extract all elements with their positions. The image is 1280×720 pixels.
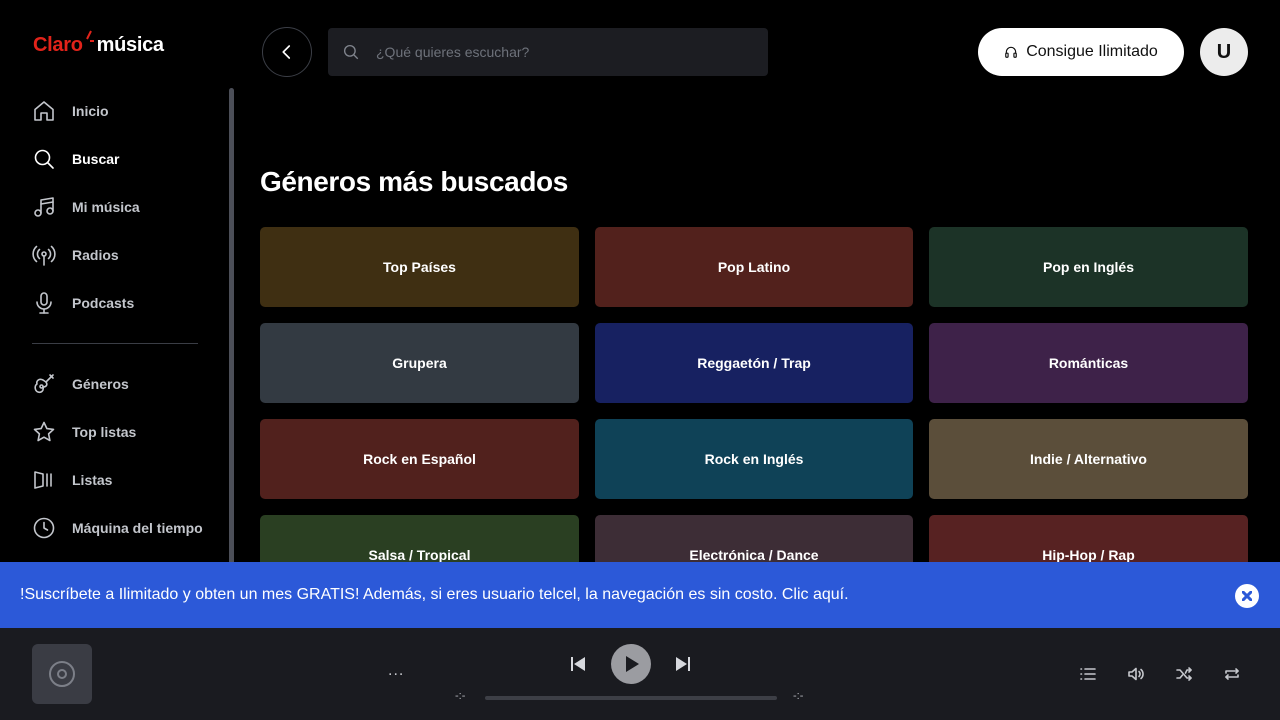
play-button[interactable] [611, 644, 651, 684]
sidebar-item-inicio[interactable]: Inicio [32, 87, 202, 135]
sidebar-item-buscar[interactable]: Buscar [32, 135, 202, 183]
sidebar-item-label: Listas [72, 472, 113, 488]
user-avatar[interactable]: U [1200, 28, 1248, 76]
sidebar-item-maquina-del-tiempo[interactable]: Máquina del tiempo [32, 504, 203, 552]
star-icon [32, 420, 56, 444]
cta-label: Consigue Ilimitado [1026, 43, 1158, 60]
repeat-button[interactable] [1223, 665, 1241, 683]
album-cover-placeholder [32, 644, 92, 704]
shuffle-button[interactable] [1175, 665, 1193, 683]
genre-tile-indie-alternativo[interactable]: Indie / Alternativo [929, 419, 1248, 499]
sidebar-item-label: Máquina del tiempo [72, 520, 203, 536]
sidebar-item-mi-musica[interactable]: Mi música [32, 183, 202, 231]
progress-bar[interactable] [485, 696, 777, 700]
headphones-icon [1005, 46, 1018, 58]
search-icon [32, 147, 56, 171]
genre-tile-rock-en-ingles[interactable]: Rock en Inglés [595, 419, 913, 499]
skip-next-icon [676, 657, 690, 671]
genre-tile-pop-latino[interactable]: Pop Latino [595, 227, 913, 307]
microphone-icon [32, 291, 56, 315]
track-more-options[interactable]: ... [388, 662, 404, 680]
genre-tile-top-paises[interactable]: Top Países [260, 227, 579, 307]
playlist-icon [32, 468, 56, 492]
sidebar-item-label: Inicio [72, 103, 109, 119]
sidebar-item-generos[interactable]: Géneros [32, 360, 202, 408]
time-elapsed: -:- [455, 690, 466, 702]
queue-list-icon [1080, 668, 1096, 680]
genre-tile-pop-en-ingles[interactable]: Pop en Inglés [929, 227, 1248, 307]
promo-banner-text[interactable]: !Suscríbete a Ilimitado y obten un mes G… [20, 586, 849, 604]
logo-mark-icon [85, 30, 95, 55]
home-icon [32, 99, 56, 123]
logo-text-musica: música [96, 34, 164, 56]
sidebar-item-top-listas[interactable]: Top listas [32, 408, 202, 456]
volume-icon [1128, 667, 1144, 681]
sidebar-item-radios[interactable]: Radios [32, 231, 202, 279]
back-button[interactable] [262, 27, 312, 77]
sidebar-item-label: Radios [72, 247, 119, 263]
next-button[interactable] [671, 652, 695, 676]
promo-banner: !Suscríbete a Ilimitado y obten un mes G… [0, 562, 1280, 628]
guitar-icon [32, 372, 56, 396]
sidebar: Claro música Inicio Buscar Mi música Rad… [0, 0, 234, 568]
chevron-left-icon [282, 45, 291, 59]
music-note-icon [32, 195, 56, 219]
genre-tile-reggaeton-trap[interactable]: Reggaetón / Trap [595, 323, 913, 403]
volume-button[interactable] [1127, 665, 1145, 683]
consigue-ilimitado-button[interactable]: Consigue Ilimitado [978, 28, 1184, 76]
sidebar-item-label: Buscar [72, 151, 120, 167]
sidebar-divider [32, 343, 198, 344]
play-icon [626, 656, 639, 672]
disc-icon [49, 661, 75, 687]
genres-grid: Top Países Pop Latino Pop en Inglés Grup… [260, 227, 1248, 595]
banner-close-button[interactable] [1235, 584, 1259, 608]
radio-antenna-icon [32, 243, 56, 267]
shuffle-icon [1176, 667, 1192, 681]
search-input[interactable] [376, 44, 736, 60]
genre-tile-rock-en-espanol[interactable]: Rock en Español [260, 419, 579, 499]
clock-icon [32, 516, 56, 540]
search-bar[interactable] [328, 28, 768, 76]
genre-tile-grupera[interactable]: Grupera [260, 323, 579, 403]
player-bar: ... -:- -:- [0, 628, 1280, 720]
sidebar-item-label: Top listas [72, 424, 137, 440]
sidebar-item-label: Mi música [72, 199, 140, 215]
genre-tile-romanticas[interactable]: Románticas [929, 323, 1248, 403]
sidebar-item-listas[interactable]: Listas [32, 456, 202, 504]
previous-button[interactable] [566, 652, 590, 676]
sidebar-item-label: Géneros [72, 376, 129, 392]
sidebar-scrollbar[interactable] [229, 88, 234, 568]
close-icon [1242, 591, 1252, 601]
section-title: Géneros más buscados [260, 166, 568, 197]
claro-musica-logo[interactable]: Claro música [33, 30, 164, 58]
sidebar-item-podcasts[interactable]: Podcasts [32, 279, 202, 327]
skip-previous-icon [571, 657, 585, 671]
logo-text-claro: Claro [33, 34, 83, 56]
time-total: -:- [793, 690, 804, 702]
sidebar-item-label: Podcasts [72, 295, 135, 311]
search-icon [343, 44, 359, 60]
repeat-icon [1225, 668, 1239, 680]
sidebar-nav: Inicio Buscar Mi música Radios Podcasts [32, 87, 203, 552]
queue-button[interactable] [1079, 665, 1097, 683]
